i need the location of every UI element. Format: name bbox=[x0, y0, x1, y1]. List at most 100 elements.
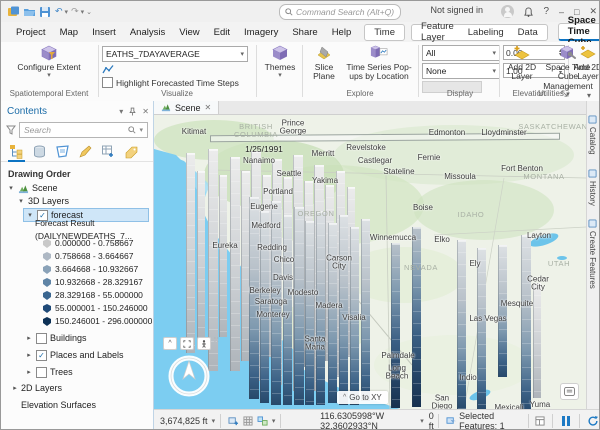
pane-menu-icon[interactable]: ▾ bbox=[119, 107, 123, 116]
close-pane-icon[interactable]: ✕ bbox=[142, 107, 149, 116]
compass-navigator[interactable] bbox=[166, 353, 212, 399]
list-by-labeling-icon[interactable] bbox=[124, 144, 139, 159]
notifications-bell-icon[interactable] bbox=[524, 7, 533, 17]
tree-item-places-and-labels[interactable]: ▸✓Places and Labels bbox=[1, 349, 153, 362]
selected-features-count[interactable]: Selected Features: 1 bbox=[459, 411, 523, 430]
tree-item-buildings[interactable]: ▸Buildings bbox=[1, 332, 153, 345]
nav-heading-icon[interactable]: ^ bbox=[163, 337, 177, 350]
tab-insert[interactable]: Insert bbox=[85, 24, 123, 41]
tree-item-3d-layers[interactable]: ▾ 3D Layers bbox=[1, 195, 153, 208]
tab-share[interactable]: Share bbox=[285, 24, 324, 41]
tab-labeling[interactable]: Labeling bbox=[461, 25, 511, 40]
space-time-bar[interactable] bbox=[391, 243, 400, 408]
highlight-forecast-checkbox[interactable]: Highlight Forecasted Time Steps bbox=[102, 77, 252, 88]
variable-dropdown[interactable]: EATHS_7DAYAVERAGE▾ bbox=[102, 46, 248, 62]
tree-item-scene[interactable]: ▾ Scene bbox=[1, 182, 153, 195]
space-time-bar[interactable] bbox=[294, 207, 304, 405]
list-by-selection-icon[interactable] bbox=[55, 144, 70, 159]
snapping-icon[interactable] bbox=[257, 416, 269, 426]
open-project-icon[interactable] bbox=[23, 6, 36, 18]
layer-checkbox[interactable]: ✓ bbox=[36, 350, 47, 361]
time-series-chart-button[interactable] bbox=[102, 64, 252, 75]
expander-icon[interactable]: ▸ bbox=[11, 382, 19, 395]
tab-space-time-cube[interactable]: Space Time Cube bbox=[558, 23, 600, 41]
list-by-editing-icon[interactable] bbox=[78, 144, 93, 159]
space-time-bar[interactable] bbox=[361, 219, 370, 401]
redo-dropdown-icon[interactable]: ▾ bbox=[81, 8, 85, 16]
layer-checkbox[interactable] bbox=[36, 333, 47, 344]
drag-handle-icon[interactable]: ⁚⁚ bbox=[214, 337, 220, 350]
tab-imagery[interactable]: Imagery bbox=[237, 24, 285, 41]
list-by-drawing-order-icon[interactable] bbox=[9, 144, 24, 159]
overview-toggle-button[interactable] bbox=[560, 383, 579, 400]
search-options-icon[interactable]: ▾ bbox=[139, 126, 143, 134]
pointer-coordinates[interactable]: 116.6305998°W 32.3602933°N bbox=[320, 411, 415, 430]
tab-view[interactable]: View bbox=[172, 24, 206, 41]
list-by-snapping-icon[interactable] bbox=[101, 144, 116, 159]
undo-icon[interactable]: ↶ bbox=[55, 6, 63, 17]
tab-time[interactable]: Time bbox=[367, 25, 402, 40]
command-search[interactable]: Command Search (Alt+Q) bbox=[279, 4, 401, 20]
add-feature-icon[interactable] bbox=[228, 416, 239, 426]
go-to-xy-button[interactable]: ^ Go to XY bbox=[337, 391, 388, 404]
layer-checkbox[interactable] bbox=[36, 367, 47, 378]
tab-analysis[interactable]: Analysis bbox=[123, 24, 172, 41]
space-time-bar[interactable] bbox=[457, 240, 466, 409]
account-avatar[interactable] bbox=[501, 5, 514, 18]
space-time-bar[interactable] bbox=[186, 153, 195, 353]
save-icon[interactable] bbox=[39, 6, 52, 18]
expander-icon[interactable]: ▾ bbox=[7, 182, 15, 195]
sign-in-status[interactable]: Not signed in bbox=[430, 5, 483, 15]
space-time-bar[interactable] bbox=[230, 157, 240, 371]
grid-icon[interactable] bbox=[243, 416, 253, 426]
space-time-bar[interactable] bbox=[305, 221, 314, 405]
space-time-bar[interactable] bbox=[412, 227, 421, 407]
pin-icon[interactable] bbox=[129, 107, 136, 116]
customize-qat-icon[interactable]: ⌄ bbox=[86, 8, 92, 16]
full-extent-icon[interactable] bbox=[180, 337, 194, 350]
tab-project[interactable]: Project bbox=[9, 24, 53, 41]
slice-plane-button[interactable]: Slice Plane bbox=[304, 42, 344, 88]
scene-view[interactable]: KitimatPrince GeorgeBRITISH COLUMBIAMerr… bbox=[154, 115, 586, 409]
configure-extent-button[interactable]: Configure Extent ▾ bbox=[9, 42, 89, 80]
scale-selector[interactable]: 3,674,825 ft ▾ bbox=[160, 416, 215, 426]
expander-icon[interactable]: ▾ bbox=[17, 195, 25, 208]
contents-search-input[interactable]: Search ▾ bbox=[19, 122, 148, 138]
filter-icon[interactable] bbox=[6, 125, 16, 135]
close-tab-icon[interactable]: ✕ bbox=[205, 103, 212, 112]
attribute-table-icon[interactable] bbox=[535, 416, 545, 426]
dock-tab-history[interactable]: History bbox=[588, 163, 597, 212]
space-time-bar[interactable] bbox=[219, 175, 227, 337]
space-time-bar[interactable] bbox=[477, 248, 486, 409]
pedestrian-view-icon[interactable] bbox=[197, 337, 211, 350]
tab-map[interactable]: Map bbox=[53, 24, 85, 41]
redo-icon[interactable]: ↷ bbox=[71, 6, 79, 17]
space-time-bar[interactable] bbox=[260, 211, 269, 403]
space-time-bar[interactable] bbox=[328, 223, 337, 403]
space-time-bar[interactable] bbox=[521, 235, 531, 409]
time-series-popups-button[interactable]: Time Series Pop-ups by Location bbox=[344, 42, 414, 88]
tree-item-2d-layers[interactable]: ▸ 2D Layers bbox=[1, 382, 153, 395]
space-time-bar[interactable] bbox=[197, 171, 205, 339]
display-all-dropdown[interactable]: All▾ bbox=[422, 45, 500, 61]
undo-dropdown-icon[interactable]: ▾ bbox=[65, 8, 69, 16]
tab-scene[interactable]: Scene ✕ bbox=[154, 101, 219, 114]
help-icon[interactable]: ? bbox=[543, 6, 549, 17]
tab-edit[interactable]: Edit bbox=[207, 24, 237, 41]
dock-tab-catalog[interactable]: Catalog bbox=[588, 109, 597, 161]
space-time-bar[interactable] bbox=[498, 245, 507, 377]
new-project-icon[interactable] bbox=[7, 6, 20, 18]
pause-drawing-button[interactable] bbox=[562, 416, 570, 426]
snapping-dropdown-icon[interactable]: ▾ bbox=[272, 417, 276, 425]
refresh-button[interactable] bbox=[587, 415, 599, 427]
tab-help[interactable]: Help bbox=[325, 24, 359, 41]
list-by-data-source-icon[interactable] bbox=[32, 144, 47, 159]
themes-button[interactable]: Themes ▾ bbox=[259, 42, 301, 80]
ribbon-collapse-icon[interactable]: ▾ bbox=[587, 91, 591, 100]
space-time-bar[interactable] bbox=[533, 283, 541, 398]
dock-tab-create-features[interactable]: Create Features bbox=[588, 213, 597, 295]
expander-icon[interactable]: ▾ bbox=[26, 209, 34, 222]
tab-data[interactable]: Data bbox=[511, 25, 545, 40]
tree-item-trees[interactable]: ▸Trees bbox=[1, 366, 153, 379]
coords-dropdown-icon[interactable]: ▾ bbox=[420, 417, 424, 425]
